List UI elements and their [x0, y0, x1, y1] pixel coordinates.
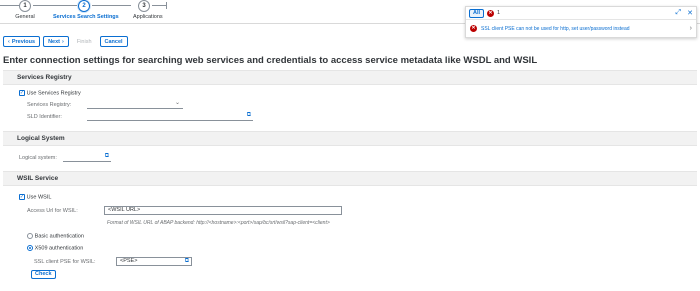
finish-label: Finish: [76, 38, 92, 45]
chevron-right-icon: ›: [689, 25, 692, 32]
page-title: Enter connection settings for searching …: [3, 55, 538, 66]
roadmap-line: [92, 5, 131, 6]
pse-input[interactable]: <PSE> ⧉: [116, 257, 192, 266]
error-icon: ✕: [470, 25, 477, 32]
message-popover-header: All ✕ 1 ⤢ ✕: [466, 7, 696, 20]
sld-identifier-label: SLD Identifier:: [27, 114, 62, 120]
error-count: 1: [497, 10, 501, 16]
value-help-icon[interactable]: ⧉: [105, 153, 109, 160]
popover-tools: ⤢ ✕: [676, 9, 693, 17]
roadmap-line: [152, 5, 166, 6]
wsil-url-input[interactable]: <WSIL URL>: [104, 206, 342, 215]
panel-heading: WSIL Service: [3, 172, 697, 186]
roadmap-step-applications[interactable]: 3 Applications: [133, 0, 163, 20]
radio-indicator: [27, 245, 33, 251]
use-wsil-checkbox[interactable]: ✓ Use WSIL: [19, 194, 51, 201]
step-number: 2: [78, 0, 90, 12]
chevron-down-icon: ⌄: [174, 100, 180, 106]
cancel-label: Cancel: [104, 38, 123, 45]
value-help-icon[interactable]: ⧉: [247, 112, 251, 119]
input-value: <PSE>: [120, 258, 138, 264]
step-label: Services Search Settings: [53, 14, 119, 20]
radio-label: Basic authentication: [34, 233, 84, 240]
message-text: SSL client PSE can not be used for http,…: [481, 25, 630, 32]
step-number: 3: [138, 0, 150, 12]
next-label: Next: [48, 38, 60, 45]
roadmap-line: [33, 5, 78, 6]
sld-identifier-input[interactable]: ⧉: [87, 112, 253, 121]
message-popover: All ✕ 1 ⤢ ✕ ✕ SSL client PSE can not be …: [465, 6, 697, 38]
panel-heading: Services Registry: [3, 71, 697, 85]
logical-system-panel: Logical System Logical system: ⧉: [3, 131, 697, 167]
next-button[interactable]: Next ›: [43, 36, 69, 47]
radio-label: X509 authentication: [34, 245, 84, 252]
close-icon[interactable]: ✕: [687, 9, 693, 17]
expand-icon[interactable]: ⤢: [676, 9, 682, 17]
wizard-toolbar: ‹ Previous Next › Finish Cancel: [0, 35, 128, 48]
previous-label: Previous: [11, 38, 36, 45]
services-registry-panel: Services Registry ✓ Use Services Registr…: [3, 70, 697, 128]
roadmap-end-tick: [166, 2, 167, 9]
checkmark-icon: ✓: [19, 193, 25, 200]
x509-auth-radio[interactable]: X509 authentication: [27, 245, 83, 252]
chevron-right-icon: ›: [62, 38, 64, 45]
roadmap-step-general[interactable]: 1 General: [14, 0, 36, 20]
roadmap-step-services-search-settings[interactable]: 2 Services Search Settings: [53, 0, 119, 20]
wsil-url-hint: Format of WSIL URL of ABAP backend: http…: [107, 220, 330, 226]
finish-button[interactable]: Finish: [71, 36, 97, 47]
pse-label: SSL client PSE for WSIL:: [34, 259, 96, 265]
step-label: Applications: [133, 14, 163, 20]
value-help-icon[interactable]: ⧉: [185, 258, 189, 265]
cancel-button[interactable]: Cancel: [99, 36, 128, 47]
check-button[interactable]: Check: [31, 270, 56, 279]
checkbox-label: Use WSIL: [26, 194, 52, 201]
logical-system-input[interactable]: ⧉: [63, 153, 111, 162]
logical-system-label: Logical system:: [19, 155, 57, 161]
previous-button[interactable]: ‹ Previous: [3, 36, 41, 47]
step-number: 1: [19, 0, 31, 12]
chevron-left-icon: ‹: [8, 38, 10, 45]
message-item[interactable]: ✕ SSL client PSE can not be used for htt…: [466, 20, 696, 37]
radio-indicator: [27, 233, 33, 239]
step-label: General: [15, 14, 35, 20]
wsil-url-label: Access Url for WSIL:: [27, 208, 78, 214]
error-filter-icon[interactable]: ✕: [487, 9, 495, 17]
wsil-service-panel: WSIL Service ✓ Use WSIL Access Url for W…: [3, 171, 697, 289]
checkmark-icon: ✓: [19, 89, 25, 96]
filter-all-button[interactable]: All: [469, 8, 485, 18]
services-registry-select[interactable]: ⌄: [87, 100, 183, 109]
basic-auth-radio[interactable]: Basic authentication: [27, 233, 84, 240]
checkbox-label: Use Services Registry: [26, 90, 81, 97]
services-registry-label: Services Registry:: [27, 102, 72, 108]
panel-heading: Logical System: [3, 132, 697, 146]
input-value: <WSIL URL>: [108, 207, 141, 213]
use-services-registry-checkbox[interactable]: ✓ Use Services Registry: [19, 90, 81, 97]
